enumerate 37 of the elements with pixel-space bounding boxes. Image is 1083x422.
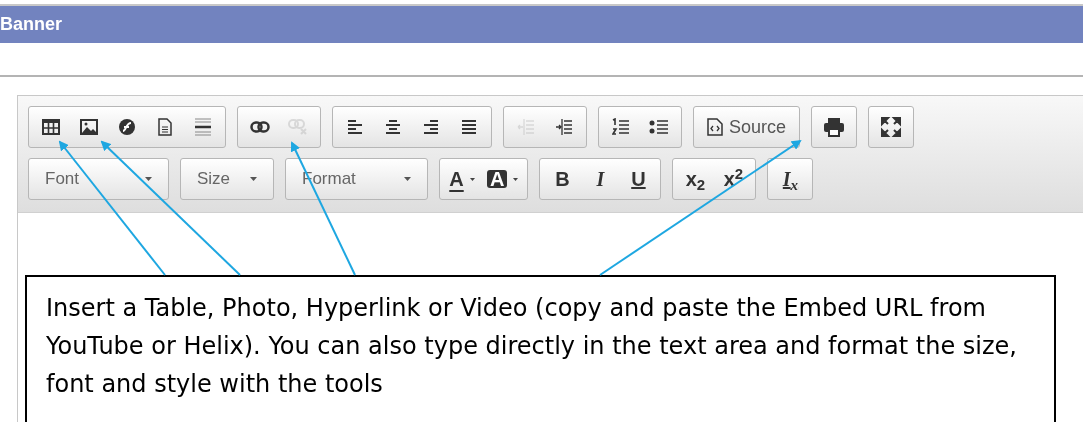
italic-button[interactable]: I bbox=[581, 162, 620, 196]
text-color-button[interactable]: A bbox=[443, 162, 481, 196]
caret-icon bbox=[250, 177, 257, 181]
source-file-button[interactable]: Source bbox=[697, 110, 797, 144]
dropdown-combo[interactable]: Font bbox=[28, 158, 169, 200]
table-icon bbox=[42, 118, 60, 136]
callout-text: Insert a Table, Photo, Hyperlink or Video (copy and paste the Embed URL from YouTube or Helix). You can also type directly in the text area and format the size, font and style with the tools bbox=[25, 275, 1056, 422]
caret-icon bbox=[513, 177, 519, 181]
horizontal-rule-icon bbox=[194, 117, 212, 137]
underline-button[interactable]: U bbox=[619, 162, 658, 196]
dropdown-combo[interactable]: Size bbox=[180, 158, 274, 200]
remove-format-button[interactable]: I$_{x}$ bbox=[771, 162, 810, 196]
background-color-button[interactable]: A bbox=[481, 162, 525, 196]
caret-icon bbox=[145, 177, 152, 181]
outdent-icon bbox=[517, 118, 535, 136]
bulleted-list-icon bbox=[649, 119, 669, 135]
source-file-icon bbox=[707, 118, 723, 136]
indent-icon bbox=[555, 118, 573, 136]
source-label: Source bbox=[729, 115, 787, 139]
superscript-button[interactable]: x$^{2}$ bbox=[714, 162, 753, 196]
flash-icon bbox=[118, 118, 136, 136]
printer-icon bbox=[823, 117, 846, 137]
align-center-icon bbox=[385, 119, 401, 135]
align-left-icon bbox=[347, 119, 363, 135]
caret-icon bbox=[404, 177, 411, 181]
unlink-icon bbox=[288, 119, 308, 135]
subscript-button[interactable]: x$_{2}$ bbox=[676, 162, 715, 196]
justify-icon bbox=[461, 119, 477, 135]
bold-button[interactable]: B bbox=[543, 162, 582, 196]
document-icon bbox=[158, 118, 172, 136]
numbered-list-icon bbox=[612, 118, 630, 136]
caret-icon bbox=[469, 177, 475, 181]
align-right-icon bbox=[423, 119, 439, 135]
link-icon bbox=[250, 121, 270, 133]
maximize-icon bbox=[881, 117, 902, 137]
banner-title: Banner bbox=[0, 13, 62, 36]
image-icon bbox=[80, 119, 98, 135]
